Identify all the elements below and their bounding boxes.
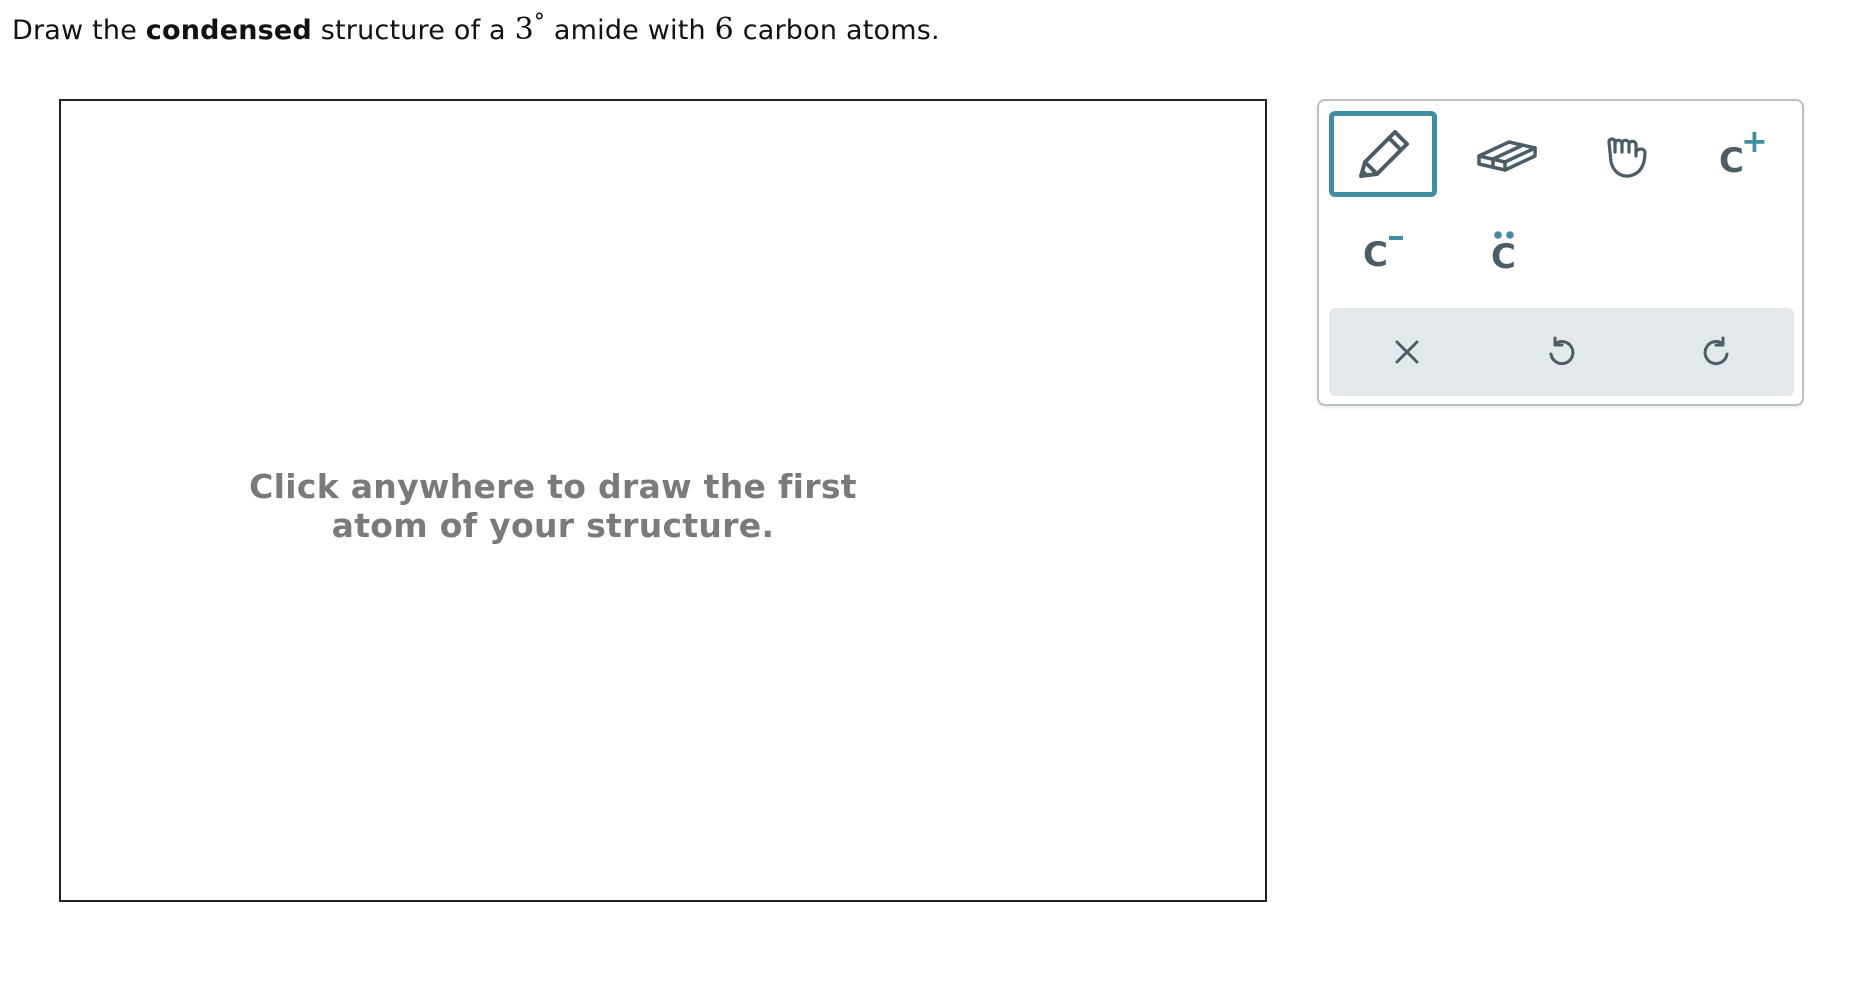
atom-label: C xyxy=(1491,237,1516,277)
move-tool[interactable] xyxy=(1573,111,1681,197)
undo-icon xyxy=(1549,336,1575,366)
pencil-tool[interactable] xyxy=(1329,111,1437,197)
redo-icon xyxy=(1703,336,1729,366)
hand-icon xyxy=(1607,137,1647,178)
eraser-tool[interactable] xyxy=(1453,111,1561,197)
charge-sign: + xyxy=(1741,122,1768,160)
close-icon xyxy=(1395,340,1419,364)
minus-sign xyxy=(1389,236,1403,240)
prompt-text: structure of a xyxy=(311,15,515,46)
prompt-text: carbon atoms. xyxy=(733,15,940,46)
lone-pair-icon: C xyxy=(1491,231,1516,277)
lone-pair-tool[interactable]: C xyxy=(1453,205,1561,291)
canvas-hint-line1: Click anywhere to draw the first xyxy=(249,467,857,506)
negative-charge-icon: C xyxy=(1363,235,1403,275)
drawing-toolbox: C + C C xyxy=(1317,99,1804,406)
redo-button[interactable] xyxy=(1671,308,1761,396)
positive-charge-tool[interactable]: C + xyxy=(1683,111,1791,197)
canvas-hint-line2: atom of your structure. xyxy=(331,506,775,545)
question-prompt: Draw the condensed structure of a 3° ami… xyxy=(12,10,940,47)
drawing-canvas[interactable]: Click anywhere to draw the first atom of… xyxy=(59,99,1267,902)
positive-charge-icon: C + xyxy=(1719,122,1768,181)
actions-bar xyxy=(1329,308,1794,396)
degree-symbol: ° xyxy=(533,10,546,35)
clear-button[interactable] xyxy=(1362,308,1452,396)
canvas-hint: Click anywhere to draw the first atom of… xyxy=(61,467,1265,545)
carbon-count: 6 xyxy=(714,12,734,47)
atom-label: C xyxy=(1363,235,1388,275)
pencil-icon xyxy=(1359,130,1409,178)
eraser-icon xyxy=(1477,140,1537,172)
negative-charge-tool[interactable]: C xyxy=(1329,205,1437,291)
prompt-text: amide with xyxy=(545,15,715,46)
prompt-bold-keyword: condensed xyxy=(145,15,312,46)
degree-number: 3 xyxy=(514,12,534,47)
prompt-text: Draw the xyxy=(12,15,146,46)
undo-button[interactable] xyxy=(1517,308,1607,396)
